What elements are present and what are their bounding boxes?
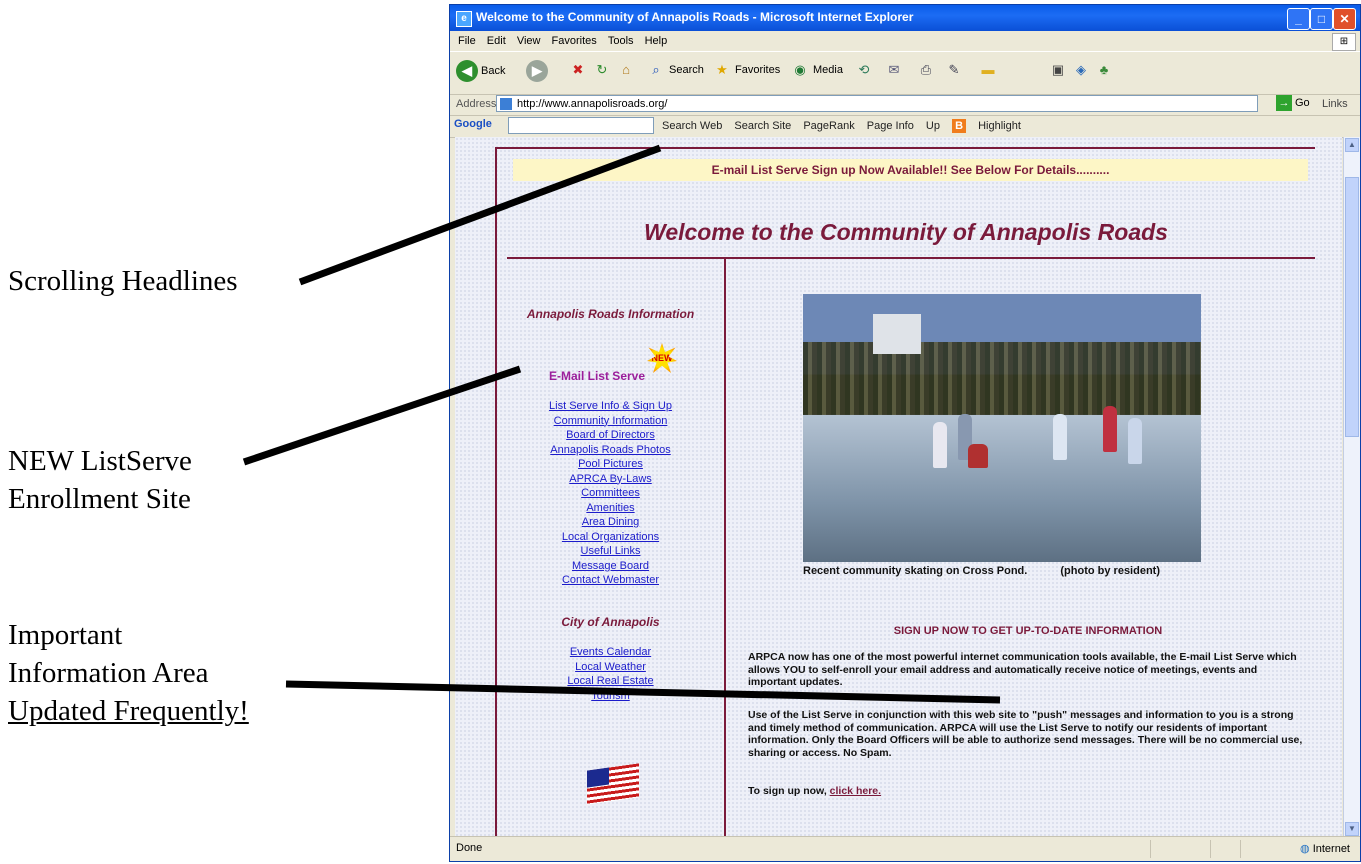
pointer-scrolling-headlines bbox=[298, 144, 662, 286]
callout-pointers bbox=[242, 144, 1001, 704]
pointer-listserve bbox=[242, 365, 522, 466]
pointer-important-area bbox=[285, 680, 1001, 704]
